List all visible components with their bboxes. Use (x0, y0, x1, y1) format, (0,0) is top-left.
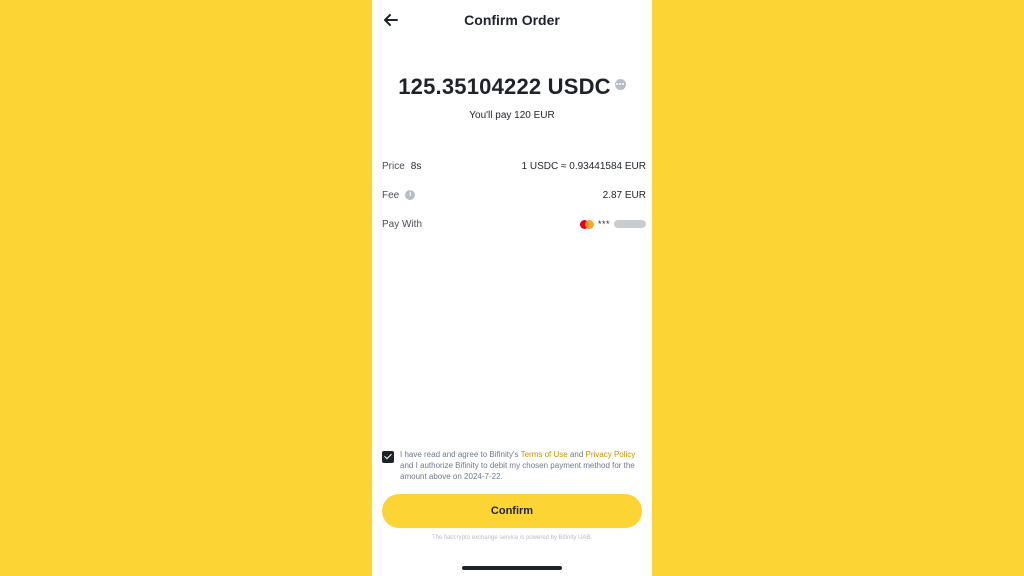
agree-checkbox[interactable] (382, 451, 394, 463)
receive-amount: 125.35104222 USDC (398, 74, 611, 99)
agreement-text-1: I have read and agree to Bifinity's (400, 450, 521, 459)
header: Confirm Order (372, 0, 652, 42)
phone-screen: Confirm Order 125.35104222 USDC You'll p… (372, 0, 652, 576)
privacy-policy-link[interactable]: Privacy Policy (586, 450, 636, 459)
price-row: Price 8s 1 USDC ≈ 0.93441584 EUR (382, 158, 646, 174)
fee-row: Fee i 2.87 EUR (382, 187, 646, 203)
agreement-text-3: and I authorize Bifinity to debit my cho… (400, 461, 635, 481)
fee-label: Fee (382, 189, 400, 201)
you-pay-text: You'll pay 120 EUR (469, 110, 555, 121)
page-title: Confirm Order (464, 12, 560, 28)
pay-with-label: Pay With (382, 218, 423, 230)
amount-row: 125.35104222 USDC (372, 74, 652, 100)
info-icon[interactable]: i (405, 190, 416, 200)
price-value: 1 USDC ≈ 0.93441584 EUR (521, 160, 646, 172)
payment-method[interactable]: *** (579, 219, 646, 229)
fee-value: 2.87 EUR (602, 189, 646, 201)
agreement-text: I have read and agree to Bifinity's Term… (400, 449, 642, 482)
agreement: I have read and agree to Bifinity's Term… (382, 449, 642, 482)
mastercard-icon (579, 219, 594, 229)
more-dots-icon[interactable] (614, 78, 626, 90)
price-timer: 8s (410, 160, 422, 172)
pay-with-row[interactable]: Pay With *** (382, 216, 646, 232)
powered-by-footnote: The fiat/crypto exchange service is powe… (431, 535, 593, 541)
home-indicator[interactable] (462, 566, 562, 570)
price-label: Price (382, 160, 405, 172)
card-number-redacted (614, 220, 646, 228)
card-masked-number: *** (597, 219, 610, 229)
confirm-button[interactable]: Confirm (382, 494, 642, 528)
terms-of-use-link[interactable]: Terms of Use (521, 450, 568, 459)
agreement-text-2: and (567, 450, 586, 459)
